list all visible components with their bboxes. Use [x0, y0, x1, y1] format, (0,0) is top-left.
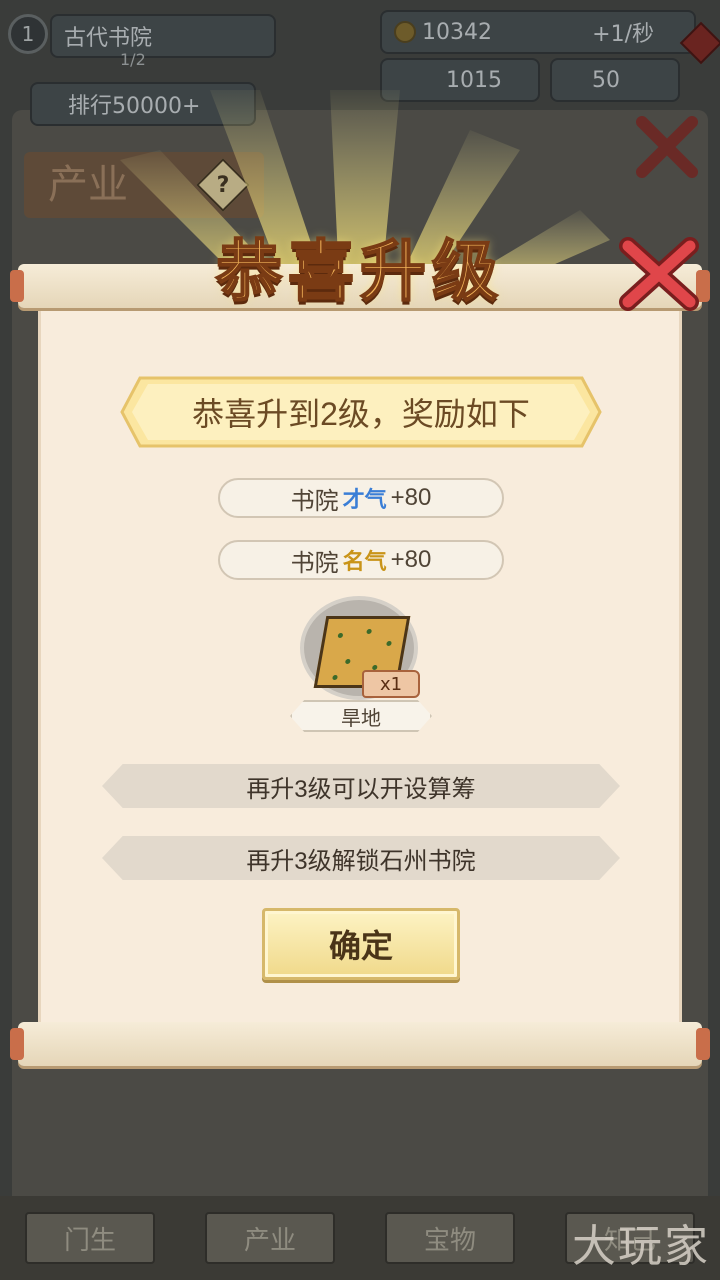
rank-bar[interactable]: 排行50000+: [30, 82, 256, 126]
reward-banner-text: 恭喜升到2级，奖励如下: [192, 396, 530, 432]
nav-treasure[interactable]: 宝物: [385, 1212, 515, 1264]
talent-icon: 才气: [342, 487, 387, 513]
watermark-text: 大玩家: [572, 1221, 710, 1272]
scroll-bottom-rod: [10, 1022, 710, 1066]
confirm-button[interactable]: 确定: [262, 908, 460, 980]
coin-icon: [394, 21, 416, 43]
academy-name: 古代书院: [64, 26, 153, 51]
talent-bar: 1015: [380, 58, 540, 102]
coin-bar: 10342 +1/秒: [380, 10, 696, 54]
nav-industry[interactable]: 产业: [205, 1212, 335, 1264]
coin-count: 10342: [422, 19, 492, 45]
item-name: 旱地: [290, 700, 432, 732]
talent-count: 1015: [446, 67, 502, 93]
background-close-icon[interactable]: [632, 112, 702, 182]
scroll-bar: 50: [550, 58, 680, 102]
academy-name-bar[interactable]: 古代书院: [50, 14, 276, 58]
nav-disciples[interactable]: 门生: [25, 1212, 155, 1264]
close-icon[interactable]: [614, 232, 704, 316]
academy-progress: 1/2: [120, 50, 146, 69]
player-level-badge: 1: [8, 14, 48, 54]
item-quantity: x1: [362, 670, 420, 698]
scroll-count: 50: [592, 67, 620, 93]
reward-fame: 书院 名气 +80: [218, 540, 504, 580]
fame-icon: 名气: [342, 549, 387, 575]
reward-banner: 恭喜升到2级，奖励如下: [118, 374, 604, 450]
coin-rate: +1/秒: [592, 22, 654, 47]
reward-talent: 书院 才气 +80: [218, 478, 504, 518]
unlock-info-2: 再升3级解锁石州书院: [102, 836, 620, 880]
level-up-title: 恭喜升级: [215, 231, 504, 311]
unlock-info-1: 再升3级可以开设算筹: [102, 764, 620, 808]
rank-text: 排行50000+: [68, 94, 201, 119]
